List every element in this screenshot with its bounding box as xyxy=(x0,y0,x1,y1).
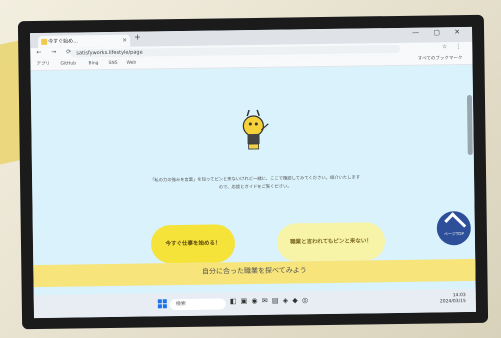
page-top-label: ページTOP xyxy=(443,231,464,237)
bookmark-star-icon[interactable]: ☆ ⋮ xyxy=(442,43,464,50)
all-bookmarks[interactable]: すべてのブックマーク xyxy=(418,55,463,64)
screen: 今すぐ始め... × + — ▢ ✕ ← → ⟳ satisfyworks.li… xyxy=(30,26,476,319)
page-top-button[interactable]: ページTOP xyxy=(436,210,472,246)
new-tab-button[interactable]: + xyxy=(134,33,141,42)
start-job-button[interactable]: 今すぐ仕事を始める！ xyxy=(150,224,236,264)
bookmark-item[interactable]: アプリ xyxy=(36,61,50,69)
monitor: 今すぐ始め... × + — ▢ ✕ ← → ⟳ satisfyworks.li… xyxy=(17,14,489,330)
bookmark-item[interactable]: GitHub xyxy=(60,60,76,68)
system-tray[interactable]: 14:03 2024/03/15 xyxy=(440,293,466,305)
tray-date: 2024/03/15 xyxy=(439,299,466,305)
windows-start-icon[interactable] xyxy=(157,299,167,309)
tab-close-icon[interactable]: × xyxy=(122,35,127,47)
favicon-icon xyxy=(41,38,48,45)
window-controls[interactable]: — ▢ ✕ xyxy=(412,28,466,37)
bookmark-item[interactable]: SNS xyxy=(108,60,117,68)
bookmark-item[interactable]: Web xyxy=(126,60,136,68)
taskbar: 検索 ◧ ▣ ◉ ✉ ▤ ◈ ◆ ◎ 14:03 2024/03/15 xyxy=(33,288,476,319)
not-sure-button[interactable]: 職業と言われてもピンと来ない！ xyxy=(276,222,386,262)
taskbar-app-icons[interactable]: ◧ ▣ ◉ ✉ ▤ ◈ ◆ ◎ xyxy=(230,296,309,305)
bookmark-item[interactable]: Bing xyxy=(88,60,98,68)
tab-title: 今すぐ始め... xyxy=(48,38,78,45)
scrollbar[interactable] xyxy=(466,94,473,155)
intro-description: 「私の力の強みを言葉」を知ってピンと来ないけれど一緒に、ここで確認してみてくださ… xyxy=(150,175,361,191)
taskbar-search-input[interactable]: 検索 xyxy=(169,298,226,311)
mascot-bulb-icon xyxy=(242,109,269,150)
